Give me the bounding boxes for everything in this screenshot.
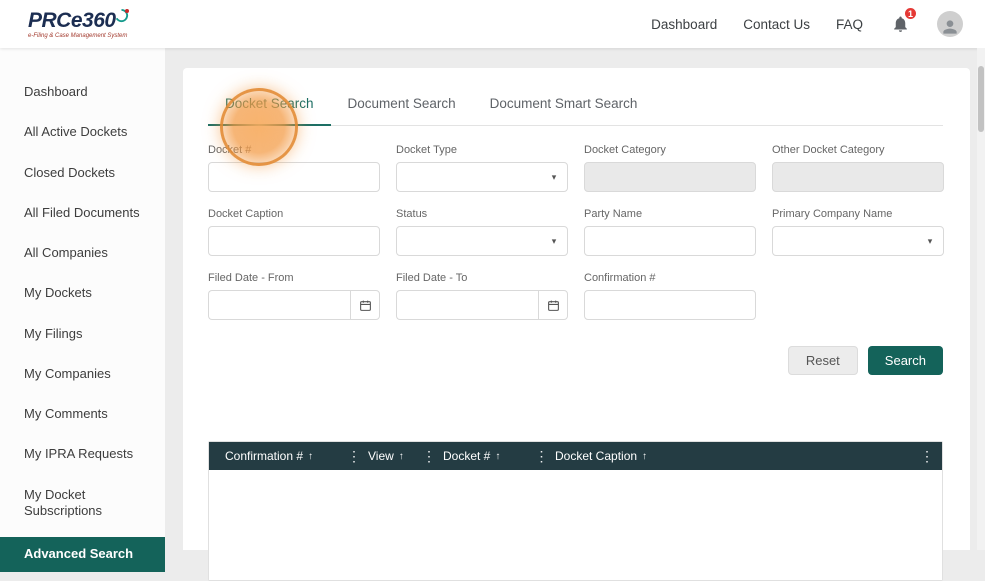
field-docket-type: Docket Type ▾ xyxy=(396,144,568,192)
sidebar-item-all-companies[interactable]: All Companies xyxy=(0,233,165,273)
page-scrollbar xyxy=(977,48,985,550)
field-status: Status ▾ xyxy=(396,208,568,256)
column-menu-icon[interactable]: ⋮ xyxy=(528,448,555,465)
sidebar-item-my-companies[interactable]: My Companies xyxy=(0,354,165,394)
top-header: PRCe360 e-Filing & Case Management Syste… xyxy=(0,0,985,48)
docket-category-label: Docket Category xyxy=(584,144,666,156)
docket-number-label: Docket # xyxy=(208,144,252,156)
status-select[interactable]: ▾ xyxy=(396,226,568,256)
sidebar-item-dashboard[interactable]: Dashboard xyxy=(0,72,165,112)
results-table-header: Confirmation # ↑ ⋮ View ↑ ⋮ Docket # ↑ ⋮… xyxy=(209,442,942,470)
field-filed-date-to: Filed Date - To xyxy=(396,272,568,320)
reset-button[interactable]: Reset xyxy=(787,346,858,375)
logo-tagline: e-Filing & Case Management System xyxy=(28,32,128,39)
tab-docket-search[interactable]: Docket Search xyxy=(208,96,331,126)
status-input[interactable] xyxy=(397,227,541,255)
tab-document-smart-search[interactable]: Document Smart Search xyxy=(473,96,655,125)
column-label: View xyxy=(368,449,394,463)
primary-company-name-select[interactable]: ▾ xyxy=(772,226,944,256)
filed-date-from-label: Filed Date - From xyxy=(208,272,294,284)
search-button[interactable]: Search xyxy=(867,346,943,375)
confirmation-number-label: Confirmation # xyxy=(584,272,656,284)
search-tabs: Docket Search Document Search Document S… xyxy=(208,96,943,126)
primary-company-name-input[interactable] xyxy=(773,227,917,255)
column-docket-caption[interactable]: Docket Caption ↑ xyxy=(555,449,912,463)
field-docket-caption: Docket Caption xyxy=(208,208,380,256)
field-other-docket-category: Other Docket Category xyxy=(772,144,944,192)
status-label: Status xyxy=(396,208,428,220)
sidebar-item-my-ipra-requests[interactable]: My IPRA Requests xyxy=(0,434,165,474)
docket-search-form: Docket # Docket Type ▾ Docket Category O… xyxy=(208,144,944,336)
filed-date-from-input[interactable] xyxy=(209,291,350,319)
chevron-down-icon[interactable]: ▾ xyxy=(917,227,943,255)
docket-type-input[interactable] xyxy=(397,163,541,191)
other-docket-category-input xyxy=(773,163,943,191)
sidebar-item-all-active-dockets[interactable]: All Active Dockets xyxy=(0,112,165,152)
column-menu-icon[interactable]: ⋮ xyxy=(415,448,443,465)
sort-asc-icon[interactable]: ↑ xyxy=(399,451,404,462)
column-docket-number[interactable]: Docket # ↑ xyxy=(443,449,528,463)
field-docket-category: Docket Category xyxy=(584,144,756,192)
app-logo[interactable]: PRCe360 e-Filing & Case Management Syste… xyxy=(28,8,133,39)
party-name-input[interactable] xyxy=(585,227,755,255)
results-table: Confirmation # ↑ ⋮ View ↑ ⋮ Docket # ↑ ⋮… xyxy=(208,441,943,581)
sidebar-item-my-dockets[interactable]: My Dockets xyxy=(0,273,165,313)
other-docket-category-label: Other Docket Category xyxy=(772,144,885,156)
sort-asc-icon[interactable]: ↑ xyxy=(642,451,647,462)
user-avatar[interactable] xyxy=(937,11,963,37)
filed-date-to-input[interactable] xyxy=(397,291,538,319)
calendar-icon[interactable] xyxy=(538,290,568,320)
tab-document-search[interactable]: Document Search xyxy=(331,96,473,125)
notification-badge: 1 xyxy=(903,6,918,21)
search-panel: Docket Search Document Search Document S… xyxy=(183,68,970,581)
sort-asc-icon[interactable]: ↑ xyxy=(308,451,313,462)
docket-type-select[interactable]: ▾ xyxy=(396,162,568,192)
party-name-label: Party Name xyxy=(584,208,643,220)
sidebar-item-closed-dockets[interactable]: Closed Dockets xyxy=(0,153,165,193)
nav-contact-us[interactable]: Contact Us xyxy=(743,17,810,32)
field-confirmation-number: Confirmation # xyxy=(584,272,756,320)
confirmation-number-input[interactable] xyxy=(585,291,755,319)
chevron-down-icon[interactable]: ▾ xyxy=(541,163,567,191)
column-confirmation-number[interactable]: Confirmation # ↑ xyxy=(209,449,340,463)
logo-text: PRCe360 xyxy=(28,8,116,32)
column-label: Docket # xyxy=(443,449,491,463)
results-table-body xyxy=(209,470,942,580)
docket-caption-input[interactable] xyxy=(209,227,379,255)
field-filed-date-from: Filed Date - From xyxy=(208,272,380,320)
docket-category-input xyxy=(585,163,755,191)
primary-company-name-label: Primary Company Name xyxy=(772,208,893,220)
logo-dot-icon xyxy=(124,9,129,13)
field-primary-company-name: Primary Company Name ▾ xyxy=(772,208,944,256)
sidebar-item-my-filings[interactable]: My Filings xyxy=(0,314,165,354)
sidebar-item-advanced-search[interactable]: Advanced Search xyxy=(0,537,165,573)
column-menu-icon[interactable]: ⋮ xyxy=(912,448,942,465)
column-menu-icon[interactable]: ⋮ xyxy=(340,448,368,465)
docket-type-label: Docket Type xyxy=(396,144,457,156)
field-docket-number: Docket # xyxy=(208,144,380,192)
notification-bell-icon[interactable]: 1 xyxy=(889,6,918,35)
sidebar-item-all-filed-documents[interactable]: All Filed Documents xyxy=(0,193,165,233)
calendar-icon[interactable] xyxy=(350,290,380,320)
field-party-name: Party Name xyxy=(584,208,756,256)
sort-asc-icon[interactable]: ↑ xyxy=(495,451,500,462)
nav-dashboard[interactable]: Dashboard xyxy=(651,17,717,32)
docket-caption-label: Docket Caption xyxy=(208,208,284,220)
column-label: Docket Caption xyxy=(555,449,638,463)
scrollbar-thumb[interactable] xyxy=(978,66,984,132)
nav-faq[interactable]: FAQ xyxy=(836,17,863,32)
docket-number-input[interactable] xyxy=(209,163,379,191)
header-nav: Dashboard Contact Us FAQ 1 xyxy=(651,6,963,37)
chevron-down-icon[interactable]: ▾ xyxy=(541,227,567,255)
sidebar-item-my-docket-subscriptions[interactable]: My Docket Subscriptions xyxy=(0,475,165,532)
form-actions: Reset Search xyxy=(208,346,943,375)
column-view[interactable]: View ↑ xyxy=(368,449,415,463)
filed-date-to-label: Filed Date - To xyxy=(396,272,468,284)
sidebar: Dashboard All Active Dockets Closed Dock… xyxy=(0,48,165,573)
sidebar-item-my-comments[interactable]: My Comments xyxy=(0,394,165,434)
column-label: Confirmation # xyxy=(225,449,304,463)
